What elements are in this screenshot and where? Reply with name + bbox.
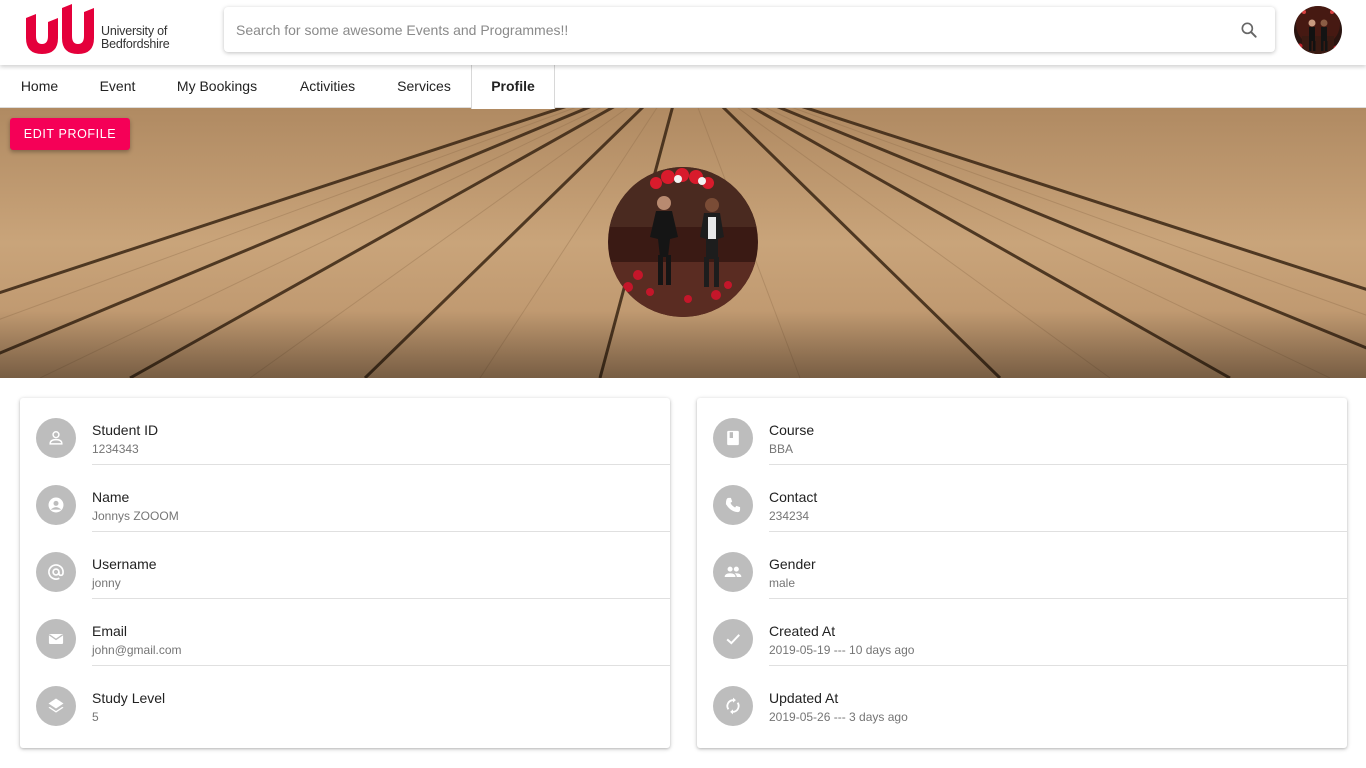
detail-value: 2019-05-26 --- 3 days ago [769, 710, 908, 724]
detail-row-created-at: Created At 2019-05-19 --- 10 days ago [697, 599, 1347, 666]
edit-profile-button[interactable]: EDIT PROFILE [10, 118, 130, 150]
university-logo[interactable]: University of Bedfordshire [24, 0, 174, 56]
avatar-photo [1294, 6, 1342, 54]
detail-title: Email [92, 623, 128, 639]
account-circle-icon [36, 485, 76, 525]
nav-profile[interactable]: Profile [471, 65, 555, 109]
check-icon [713, 619, 753, 659]
detail-title: Username [92, 556, 157, 572]
phone-icon [713, 485, 753, 525]
detail-title: Updated At [769, 690, 839, 706]
user-avatar[interactable] [1294, 6, 1342, 54]
detail-row-name: Name Jonnys ZOOOM [20, 465, 670, 532]
detail-row-contact: Contact 234234 [697, 465, 1347, 532]
detail-row-username: Username jonny [20, 532, 670, 599]
detail-value: john@gmail.com [92, 643, 182, 657]
detail-title: Name [92, 489, 130, 505]
app-header: University of Bedfordshire [0, 0, 1366, 65]
nav-activities[interactable]: Activities [278, 65, 377, 108]
email-icon [36, 619, 76, 659]
detail-value: 5 [92, 710, 99, 724]
detail-row-email: Email john@gmail.com [20, 599, 670, 666]
detail-title: Student ID [92, 422, 159, 438]
detail-title: Study Level [92, 690, 166, 706]
person-outline-icon [36, 418, 76, 458]
search-input[interactable] [236, 7, 1226, 52]
detail-value: 234234 [769, 509, 810, 523]
detail-title: Course [769, 422, 815, 438]
profile-photo-image [608, 167, 758, 317]
search-icon[interactable] [1239, 20, 1259, 40]
main-nav: Home Event My Bookings Activities Servic… [0, 65, 1366, 109]
at-sign-icon [36, 552, 76, 592]
detail-row-study-level: Study Level 5 [20, 666, 670, 733]
detail-value: male [769, 576, 796, 590]
layers-icon [36, 686, 76, 726]
nav-event[interactable]: Event [79, 65, 156, 108]
detail-row-gender: Gender male [697, 532, 1347, 599]
people-icon [713, 552, 753, 592]
logo-text: University of Bedfordshire [101, 25, 170, 51]
detail-row-student-id: Student ID 1234343 [20, 398, 670, 465]
detail-title: Gender [769, 556, 816, 572]
book-icon [713, 418, 753, 458]
detail-value: 1234343 [92, 442, 139, 456]
sync-icon [713, 686, 753, 726]
profile-details-right-card: Course BBA Contact 234234 Gender male Cr… [697, 398, 1347, 748]
nav-my-bookings[interactable]: My Bookings [156, 65, 278, 108]
logo-mark-icon [26, 4, 94, 54]
detail-row-updated-at: Updated At 2019-05-26 --- 3 days ago [697, 666, 1347, 733]
profile-details-left-card: Student ID 1234343 Name Jonnys ZOOOM Use… [20, 398, 670, 748]
detail-value: BBA [769, 442, 794, 456]
nav-home[interactable]: Home [0, 65, 79, 108]
profile-photo [608, 167, 758, 317]
detail-title: Contact [769, 489, 818, 505]
detail-value: jonny [92, 576, 121, 590]
detail-value: 2019-05-19 --- 10 days ago [769, 643, 915, 657]
logo-line-2: Bedfordshire [101, 37, 170, 51]
nav-services[interactable]: Services [377, 65, 471, 108]
profile-banner: EDIT PROFILE [0, 108, 1366, 378]
detail-title: Created At [769, 623, 836, 639]
detail-row-course: Course BBA [697, 398, 1347, 465]
search-bar [224, 7, 1275, 52]
detail-value: Jonnys ZOOOM [92, 509, 179, 523]
